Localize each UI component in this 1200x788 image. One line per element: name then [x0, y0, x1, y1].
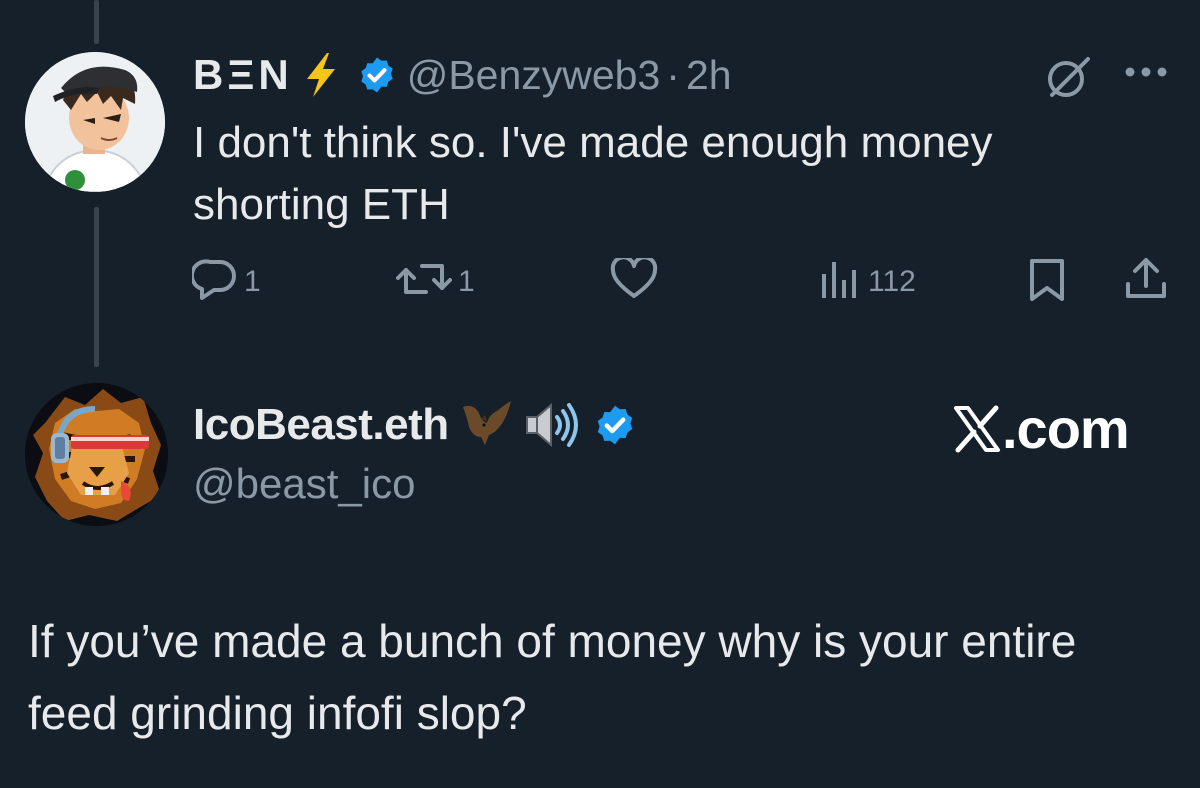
retweet-count: 1 [458, 264, 475, 298]
thread-line [94, 207, 99, 367]
thread-line-top [94, 0, 99, 44]
lightning-bolt-icon [299, 51, 343, 99]
views-button[interactable]: 112 [818, 258, 916, 305]
reply-icon [189, 258, 238, 305]
like-button[interactable] [610, 255, 664, 305]
share-icon [1123, 256, 1169, 307]
tweet-1-separator: · [666, 51, 680, 98]
tweet-2-text: If you’ve made a bunch of money why is y… [28, 615, 1077, 739]
retweet-button[interactable]: 1 [396, 258, 475, 305]
tweet-2-handle[interactable]: @beast_ico [193, 460, 415, 508]
share-button[interactable] [1123, 256, 1169, 307]
x-com-watermark: .com [952, 396, 1130, 461]
x-com-suffix: .com [1002, 397, 1130, 460]
more-icon[interactable] [1124, 65, 1168, 84]
tweet-1-header: BΞN @Benzyweb3 · 2h [193, 50, 732, 100]
speaker-emoji-icon [521, 397, 583, 453]
retweet-icon [396, 258, 452, 305]
tweet-1-display-name[interactable]: BΞN [193, 51, 293, 99]
tweet-thread-screenshot: BΞN @Benzyweb3 · 2h I don't think so. I'… [0, 0, 1200, 788]
verified-badge-icon [593, 403, 637, 447]
avatar-benzyweb3[interactable] [25, 52, 165, 192]
tweet-1-timestamp[interactable]: 2h [686, 52, 732, 99]
bookmark-icon [1027, 258, 1067, 307]
tweet-1-handle[interactable]: @Benzyweb3 [407, 52, 661, 99]
views-count: 112 [868, 264, 916, 298]
reply-count: 1 [244, 264, 261, 298]
views-icon [818, 258, 862, 305]
tweet-2-display-name[interactable]: IcoBeast.eth [193, 400, 449, 450]
bat-emoji-icon [459, 397, 515, 453]
verified-badge-icon [357, 55, 397, 95]
grok-icon[interactable] [1044, 53, 1092, 106]
like-icon [610, 255, 658, 305]
tweet-1-text: I don't think so. I've made enough money… [193, 118, 993, 229]
avatar-beast-ico[interactable] [25, 383, 168, 526]
bookmark-button[interactable] [1027, 258, 1067, 307]
x-logo-icon [952, 404, 1002, 454]
tweet-2-header: IcoBeast.eth [193, 397, 637, 453]
reply-button[interactable]: 1 [189, 258, 261, 305]
